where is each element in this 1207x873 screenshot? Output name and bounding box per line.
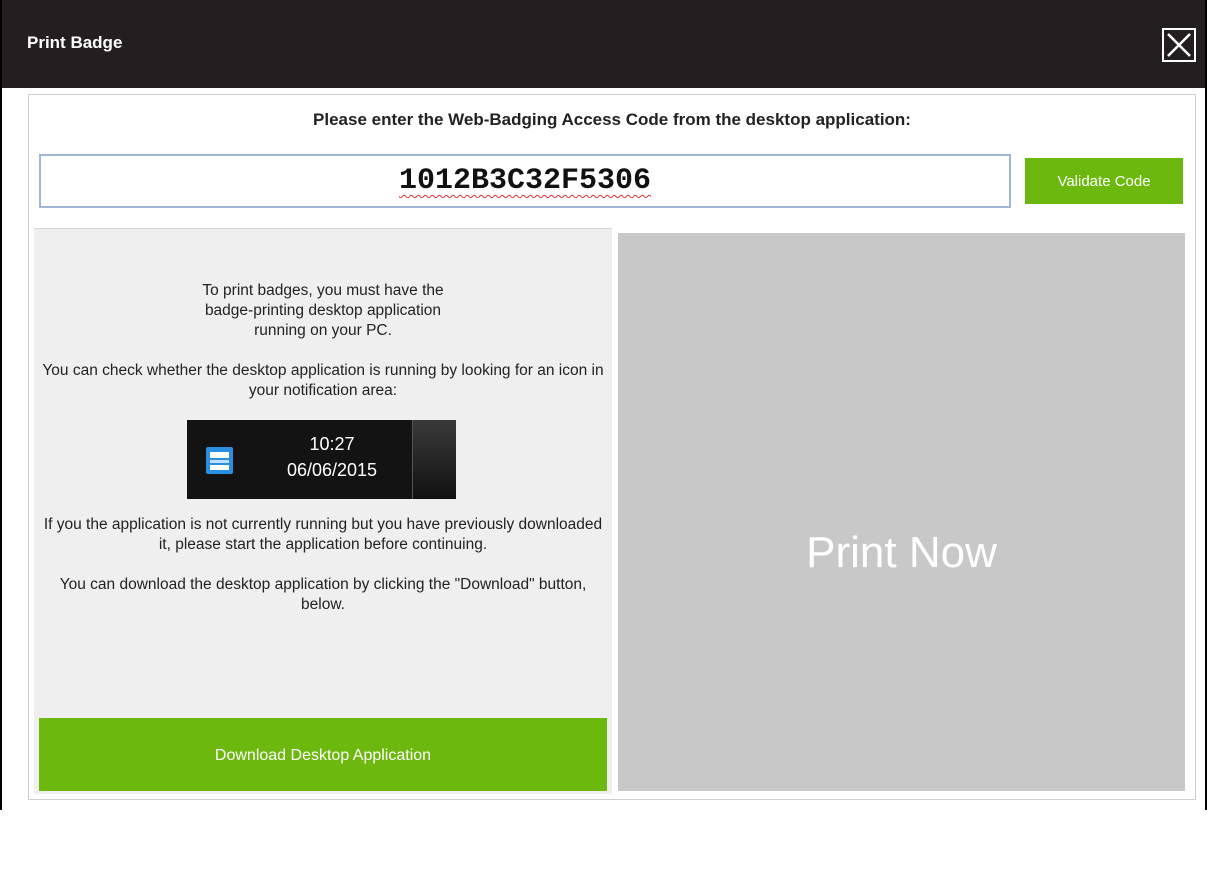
instructions-paragraph: You can check whether the desktop applic…: [42, 362, 604, 399]
instructions-text: To print badges, you must have the badge…: [34, 281, 612, 421]
notification-area-example: 10:27 06/06/2015: [187, 420, 456, 499]
close-button[interactable]: [1162, 28, 1196, 62]
tray-date: 06/06/2015: [286, 460, 378, 480]
instructions-paragraph: If you the application is not currently …: [43, 516, 603, 553]
title-bar: Print Badge: [2, 0, 1205, 88]
printer-icon: [206, 447, 233, 474]
download-desktop-app-button[interactable]: Download Desktop Application: [39, 718, 607, 791]
dialog-title: Print Badge: [27, 33, 123, 52]
tray-time: 10:27: [309, 434, 355, 454]
instructions-panel: To print badges, you must have the badge…: [34, 228, 612, 794]
instructions-paragraph: You can download the desktop application…: [59, 576, 587, 613]
close-icon: [1167, 33, 1191, 57]
tray-clock: 10:27 06/06/2015: [267, 431, 397, 483]
print-now-button[interactable]: Print Now: [618, 233, 1185, 791]
validate-code-button[interactable]: Validate Code: [1025, 158, 1183, 204]
dialog-content: Please enter the Web-Badging Access Code…: [28, 94, 1196, 800]
instructions-text-lower: If you the application is not currently …: [34, 515, 612, 635]
instructions-paragraph: To print badges, you must have the badge…: [202, 282, 444, 339]
print-badge-dialog: Print Badge Please enter the Web-Badging…: [0, 0, 1207, 810]
access-code-prompt: Please enter the Web-Badging Access Code…: [313, 110, 911, 129]
show-desktop-button: [412, 420, 456, 499]
access-code-input[interactable]: [39, 154, 1011, 208]
